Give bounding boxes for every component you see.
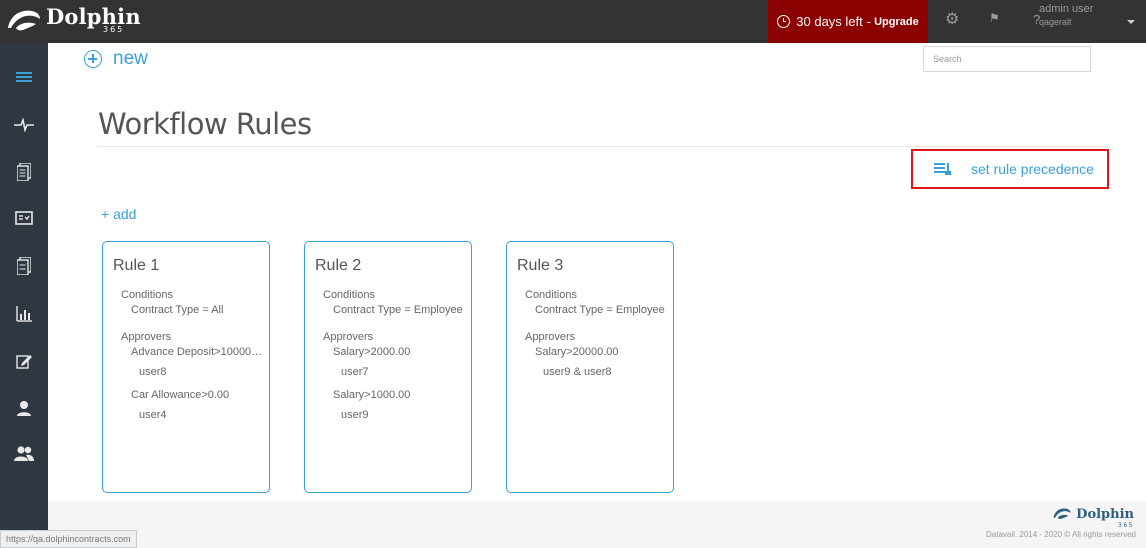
top-bar: Dolphin 365 30 days left - Upgrade ⚙ ⚑ ?… [0,0,1146,43]
approver-users: user4 [139,409,167,421]
activity-icon[interactable] [0,113,48,137]
search-input[interactable] [923,46,1091,72]
footer: Dolphin 365 Datavail. 2014 - 2020 © All … [48,502,1146,548]
rule-card[interactable]: Rule 2 Conditions Contract Type = Employ… [304,241,472,493]
condition-value: Contract Type = Employee [333,304,463,316]
trial-days-left: 30 days left [796,14,863,29]
conditions-label: Conditions [525,289,577,301]
user-name: admin user [1039,3,1094,15]
app-logo-subtext: 365 [103,25,125,34]
approvers-label: Approvers [121,331,172,343]
user-login: qageralt [1039,17,1072,27]
dolphin-logo-icon [1053,508,1071,520]
users-icon[interactable] [0,441,48,465]
footer-copyright: Datavail. 2014 - 2020 © All rights reser… [986,530,1136,539]
approvers-label: Approvers [525,331,576,343]
trial-separator: - [866,14,872,29]
approver-users: user9 & user8 [543,366,612,378]
new-button[interactable]: new [84,48,148,70]
footer-logo-subtext: 365 [1118,522,1134,529]
footer-logo: Dolphin 365 [1051,506,1134,529]
contracts-icon[interactable] [0,254,48,278]
clock-icon [777,15,791,28]
condition-value: Contract Type = Employee [535,304,665,316]
menu-icon[interactable] [0,65,48,89]
approver-criteria: Advance Deposit>10000.00 [131,346,263,358]
flag-icon[interactable]: ⚑ [989,11,1000,25]
approver-criteria: Salary>20000.00 [535,346,619,358]
approver-users: user7 [341,366,369,378]
add-rule-link[interactable]: + add [101,206,136,222]
footer-logo-text: Dolphin [1076,506,1134,522]
user-menu[interactable]: admin user qageralt [1039,3,1093,29]
reports-icon[interactable] [0,302,48,326]
inbox-icon[interactable] [0,206,48,230]
condition-value: Contract Type = All [131,304,224,316]
gear-icon[interactable]: ⚙ [945,9,959,29]
sort-order-icon [934,162,952,176]
upgrade-label: Upgrade [874,15,919,28]
status-bar-url: https://qa.dolphincontracts.com [0,530,137,548]
edit-icon[interactable] [0,349,48,373]
app-logo[interactable] [6,3,42,39]
rule-title: Rule 3 [517,257,564,274]
approver-criteria: Salary>2000.00 [333,346,411,358]
title-divider [98,146,1108,147]
set-rule-precedence-label: set rule precedence [971,161,1094,177]
sidebar [0,43,48,548]
rule-card[interactable]: Rule 3 Conditions Contract Type = Employ… [506,241,674,493]
trial-upgrade-button[interactable]: 30 days left - Upgrade [768,0,928,43]
dolphin-logo-icon [8,10,40,31]
new-label: new [113,48,148,69]
set-rule-precedence-button[interactable]: set rule precedence [911,149,1109,189]
app-logo-text: Dolphin [46,4,141,29]
page-title: Workflow Rules [98,107,312,141]
approver-criteria: Car Allowance>0.00 [131,389,230,401]
rule-card[interactable]: Rule 1 Conditions Contract Type = All Ap… [102,241,270,493]
rule-title: Rule 1 [113,257,160,274]
chevron-down-icon[interactable] [1127,20,1135,24]
approver-criteria: Salary>1000.00 [333,389,411,401]
plus-circle-icon [84,50,102,68]
approvers-label: Approvers [323,331,374,343]
user-icon[interactable] [0,396,48,420]
approver-users: user8 [139,366,167,378]
conditions-label: Conditions [121,289,173,301]
approver-users: user9 [341,409,369,421]
rule-title: Rule 2 [315,257,362,274]
documents-icon[interactable] [0,160,48,184]
conditions-label: Conditions [323,289,375,301]
